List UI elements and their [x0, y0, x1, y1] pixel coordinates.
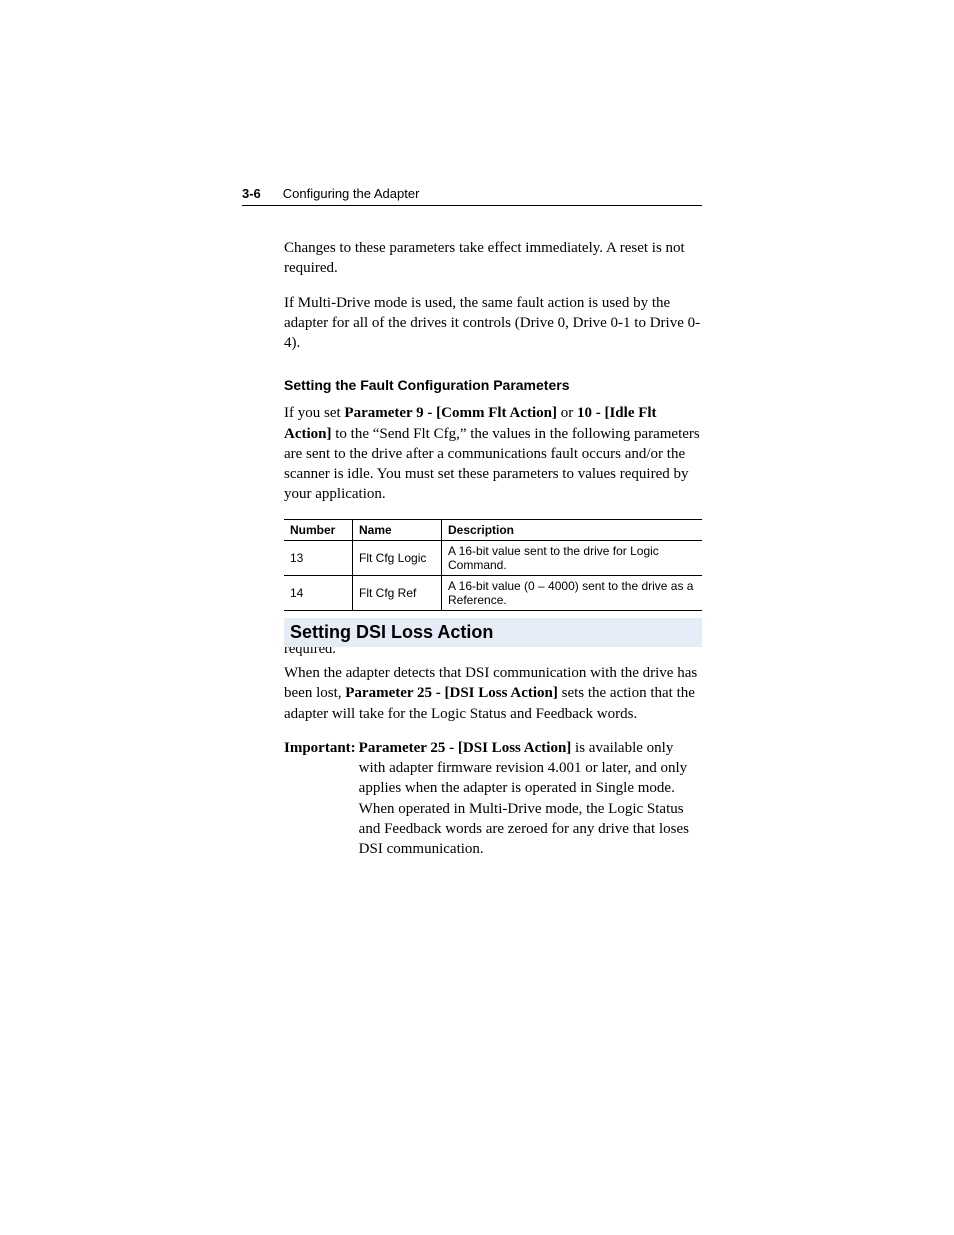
dsi-section: Setting DSI Loss Action When the adapter…: [284, 618, 702, 859]
cell-number: 13: [284, 540, 353, 575]
page-header: 3-6 Configuring the Adapter: [242, 186, 702, 206]
param-25-ref-2: Parameter 25 - [DSI Loss Action]: [359, 740, 572, 756]
param-9-ref: Parameter 9 - [Comm Flt Action]: [344, 405, 557, 421]
table-row: 13 Flt Cfg Logic A 16-bit value sent to …: [284, 540, 702, 575]
cell-description: A 16-bit value (0 – 4000) sent to the dr…: [442, 575, 703, 610]
important-label: Important:: [284, 738, 356, 860]
text-segment: is available only with adapter firmware …: [359, 740, 689, 857]
param-25-ref: Parameter 25 - [DSI Loss Action]: [345, 685, 558, 701]
page-number: 3-6: [242, 186, 261, 201]
dsi-heading: Setting DSI Loss Action: [284, 618, 702, 647]
intro-paragraph-1: Changes to these parameters take effect …: [284, 238, 702, 279]
cell-number: 14: [284, 575, 353, 610]
fault-cfg-heading: Setting the Fault Configuration Paramete…: [284, 377, 702, 393]
important-note: Important: Parameter 25 - [DSI Loss Acti…: [284, 738, 702, 860]
table-row: 14 Flt Cfg Ref A 16-bit value (0 – 4000)…: [284, 575, 702, 610]
header-title: Configuring the Adapter: [283, 186, 420, 201]
important-body: Parameter 25 - [DSI Loss Action] is avai…: [359, 738, 702, 860]
col-header-description: Description: [442, 519, 703, 540]
intro-block: Changes to these parameters take effect …: [284, 238, 702, 660]
intro-paragraph-2: If Multi-Drive mode is used, the same fa…: [284, 293, 702, 354]
text-segment: or: [557, 405, 577, 421]
text-segment: to the “Send Flt Cfg,” the values in the…: [284, 426, 700, 503]
page-content: 3-6 Configuring the Adapter Changes to t…: [242, 186, 702, 660]
fault-cfg-table: Number Name Description 13 Flt Cfg Logic…: [284, 519, 702, 611]
text-segment: If you set: [284, 405, 344, 421]
cell-name: Flt Cfg Ref: [353, 575, 442, 610]
fault-cfg-paragraph: If you set Parameter 9 - [Comm Flt Actio…: [284, 403, 702, 504]
col-header-name: Name: [353, 519, 442, 540]
col-header-number: Number: [284, 519, 353, 540]
cell-name: Flt Cfg Logic: [353, 540, 442, 575]
dsi-paragraph-1: When the adapter detects that DSI commun…: [284, 663, 702, 724]
cell-description: A 16-bit value sent to the drive for Log…: [442, 540, 703, 575]
table-header-row: Number Name Description: [284, 519, 702, 540]
